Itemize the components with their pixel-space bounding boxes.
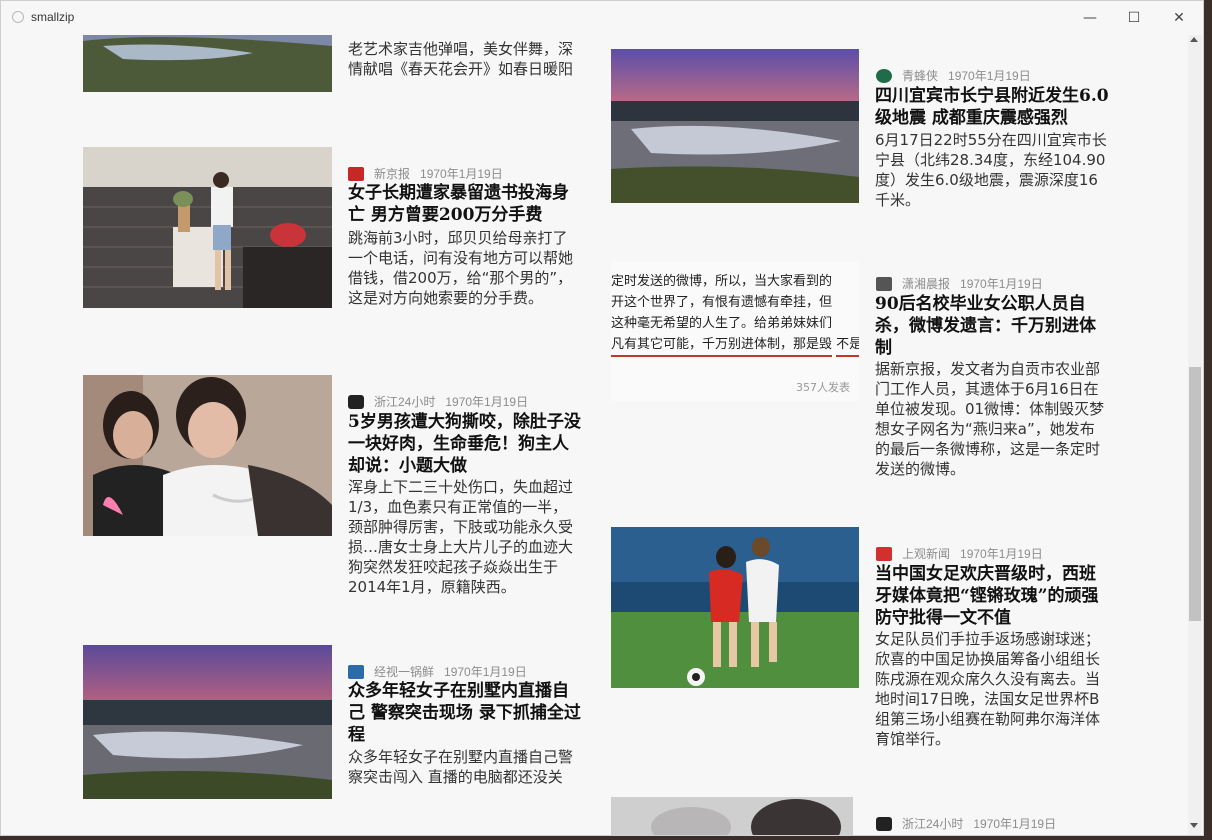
window-title: smallzip [31, 10, 75, 24]
news-summary: 跳海前3小时，邱贝贝给母亲打了一个电话，问有没有地方可以帮她借钱，借200万，给… [348, 229, 574, 307]
scrollbar-thumb[interactable] [1189, 367, 1201, 621]
thumbnail-weibo-screenshot[interactable]: 定时发送的微博，所以，当大家看到的 开这个世界了，有恨有遗憾有牵挂，但 这种毫无… [611, 261, 859, 401]
news-source[interactable]: 浙江24小时 [902, 815, 963, 832]
thumbnail-sunset[interactable] [83, 645, 332, 799]
news-date: 1970年1月19日 [973, 817, 1057, 831]
news-meta: 经视一锅鲜 1970年1月19日 [348, 663, 527, 680]
close-button[interactable]: ✕ [1167, 7, 1191, 29]
news-source[interactable]: 浙江24小时 [374, 393, 435, 410]
news-title[interactable]: 5岁男孩遭大狗撕咬，除肚子没一块好肉，生命垂危！狗主人却说：小题大做 [348, 411, 584, 477]
app-logo-icon [12, 11, 24, 23]
news-date: 1970年1月19日 [960, 547, 1043, 561]
source-logo-icon [348, 664, 364, 679]
title-bar: smallzip — ☐ ✕ [1, 1, 1203, 35]
news-date: 1970年1月19日 [445, 395, 529, 409]
minimize-button[interactable]: — [1078, 7, 1102, 29]
news-meta: 青蜂侠 1970年1月19日 [876, 67, 1031, 84]
source-logo-icon [348, 166, 364, 181]
screenshot-line: 定时发送的微博，所以，当大家看到的 [611, 274, 833, 289]
scroll-up-icon[interactable] [1190, 37, 1198, 42]
news-title[interactable]: 当中国女足欢庆晋级时，西班牙媒体竟把“铿锵玫瑰”的顽强防守批得一文不值 [875, 563, 1111, 629]
news-title[interactable]: 女子长期遭家暴留遗书投海身亡 男方曾要200万分手费 [348, 182, 584, 226]
thumbnail-two-women[interactable] [83, 375, 332, 536]
source-logo-icon [876, 68, 892, 83]
news-summary: 众多年轻女子在别墅内直播自己警察突击闯入 直播的电脑都还没关 [348, 748, 574, 786]
screenshot-footer: 357人发表 [796, 381, 850, 394]
scroll-down-icon[interactable] [1190, 823, 1198, 828]
news-source[interactable]: 新京报 [374, 165, 410, 182]
news-summary: 女足队员们手拉手返场感谢球迷；欣喜的中国足协换届筹备小组组长陈戌源在观众席久久没… [875, 630, 1101, 748]
news-summary: 浑身上下二三十处伤口，失血超过1/3，血色素只有正常值的一半，颈部肿得厉害，下肢… [348, 478, 574, 596]
news-title[interactable]: 四川宜宾市长宁县附近发生6.0级地震 成都重庆震感强烈 [875, 85, 1111, 129]
news-summary: 据新京报，发文者为自贡市农业部门工作人员，其遗体于6月16日在单位被发现。01微… [875, 360, 1105, 478]
news-meta: 浙江24小时 1970年1月19日 [348, 393, 528, 410]
news-date: 1970年1月19日 [420, 167, 503, 181]
news-meta: 浙江24小时 1970年1月19日 [876, 815, 1056, 832]
screenshot-line: 不是开玩笑。 [836, 334, 859, 357]
news-summary: 老艺术家吉他弹唱，美女伴舞，深情献唱《春天花会开》如春日暖阳 [348, 40, 574, 78]
news-meta: 潇湘晨报 1970年1月19日 [876, 275, 1043, 292]
screenshot-line: 这种毫无希望的人生了。给弟弟妹妹们 [611, 316, 833, 331]
news-title[interactable]: 众多年轻女子在别墅内直播自己 警察突击现场 录下抓捕全过程 [348, 680, 584, 746]
news-source[interactable]: 青蜂侠 [902, 67, 938, 84]
source-logo-icon [876, 816, 892, 831]
news-date: 1970年1月19日 [960, 277, 1043, 291]
news-source[interactable]: 上观新闻 [902, 545, 950, 562]
thumbnail-partial-photo[interactable] [611, 797, 853, 835]
screenshot-line: 凡有其它可能，千万别进体制，那是毁 [611, 334, 833, 357]
screenshot-line: 开这个世界了，有恨有遗憾有牵挂，但 [611, 295, 833, 310]
source-logo-icon [348, 394, 364, 409]
source-logo-icon [876, 276, 892, 291]
news-feed[interactable]: 老艺术家吉他弹唱，美女伴舞，深情献唱《春天花会开》如春日暖阳 新京报 1970年… [1, 1, 1187, 835]
news-date: 1970年1月19日 [444, 665, 527, 679]
thumbnail-woman-at-table[interactable] [83, 147, 332, 308]
source-logo-icon [876, 546, 892, 561]
news-source[interactable]: 经视一锅鲜 [374, 663, 434, 680]
news-date: 1970年1月19日 [948, 69, 1031, 83]
news-meta: 上观新闻 1970年1月19日 [876, 545, 1043, 562]
news-title[interactable]: 90后名校毕业女公职人员自杀，微博发遗言：千万别进体制 [875, 293, 1111, 359]
maximize-button[interactable]: ☐ [1122, 7, 1146, 29]
news-meta: 新京报 1970年1月19日 [348, 165, 503, 182]
news-source[interactable]: 潇湘晨报 [902, 275, 950, 292]
news-summary: 6月17日22时55分在四川宜宾市长宁县（北纬28.34度，东经104.90度）… [875, 131, 1107, 209]
thumbnail-sunset[interactable] [611, 49, 859, 203]
thumbnail-soccer-match[interactable] [611, 527, 859, 688]
app-window: 老艺术家吉他弹唱，美女伴舞，深情献唱《春天花会开》如春日暖阳 新京报 1970年… [0, 0, 1204, 836]
